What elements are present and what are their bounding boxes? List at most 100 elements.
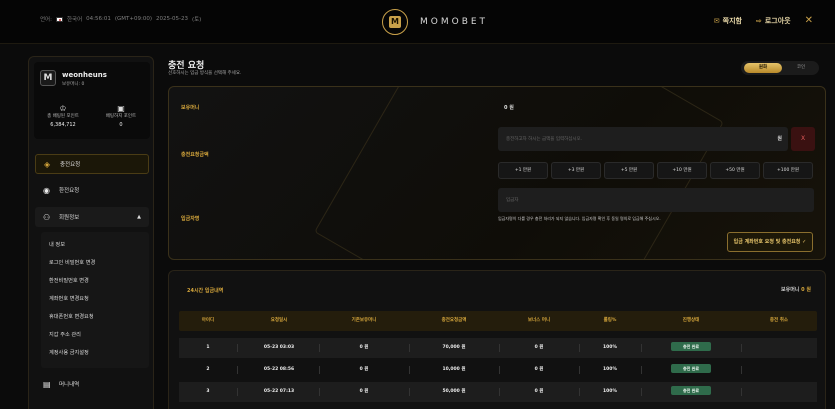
- quick-amount-button[interactable]: +50 만원: [710, 162, 760, 179]
- username: weonheuns: [62, 71, 107, 79]
- top-bar: 언어: 한국어 04:56:01 (GMT+09:00) 2025-05-23 …: [0, 0, 835, 44]
- page-subtitle: 선호하시는 입금 방식을 선택해 주세요.: [168, 71, 242, 76]
- chevron-up-icon: ▲: [137, 214, 141, 220]
- column-header: 롤링%: [603, 318, 617, 323]
- logout-button[interactable]: ⇨ 로그아웃: [756, 16, 791, 26]
- deposit-form-panel: 보유머니 0 원 충전요청금액 충전하고자 하시는 금액을 입력하십시오. 원 …: [168, 86, 826, 260]
- submenu-account-lock[interactable]: 계정사용 금지설정: [49, 349, 89, 356]
- cell-amount: 70,000 원: [442, 345, 466, 350]
- brand-name: MOMOBET: [420, 17, 489, 27]
- cell-cancel: [741, 360, 817, 380]
- amount-input[interactable]: 충전하고자 하시는 금액을 입력하십시오. 원: [498, 127, 788, 151]
- depositor-notice: 입금자명이 다를 경우 충전 처리가 되지 않습니다. 입금자명 확인 후 동일…: [498, 216, 661, 221]
- toggle-coin[interactable]: 코인: [785, 63, 817, 73]
- profile-card: M weonheuns 보유머니: 0 ♔ 총 배팅된 포인트 6,384,71…: [34, 62, 150, 139]
- mailbox-icon: ✉: [713, 16, 720, 25]
- amount-label: 충전요청금액: [181, 152, 209, 158]
- cell-date: 05-22 08:56: [263, 367, 295, 372]
- history-total-value: 0 원: [801, 287, 811, 293]
- depositor-input[interactable]: 입금자: [498, 188, 814, 212]
- wallet-icon: ◈: [44, 159, 51, 169]
- deposit-history-panel: 24시간 입금내역 보유머니 0 원 아이디 요청일시 기존보유머니 충전요청금…: [168, 270, 826, 409]
- submenu-withdraw-password[interactable]: 환전비밀번호 변경: [49, 277, 89, 284]
- balance: 보유머니: 0: [62, 81, 84, 87]
- column-header: 요청일시: [270, 318, 288, 323]
- cell-date: 05-22 07:13: [263, 389, 295, 394]
- cell-bonus: 0 원: [534, 367, 544, 372]
- cell-status: 충전 완료: [641, 360, 741, 380]
- stat-label: 배팅하지 포인트: [105, 114, 137, 119]
- quick-amount-button[interactable]: +10 만원: [657, 162, 707, 179]
- submit-deposit-button[interactable]: 입금 계좌번호 요청 및 충전요청 ✓: [727, 232, 813, 252]
- clear-amount-button[interactable]: X: [791, 127, 815, 151]
- cell-cancel: [741, 338, 817, 358]
- table-row: 1 05-23 03:03 0 원 70,000 원 0 원 100% 충전 완…: [179, 338, 817, 358]
- sidebar-item-label: 머니내역: [59, 382, 80, 388]
- clock-weekday: (토): [191, 17, 202, 23]
- submenu-login-password[interactable]: 로그인 비밀번호 변경: [49, 259, 95, 266]
- users-icon: ⚇: [43, 212, 51, 222]
- quick-amount-button[interactable]: +3 만원: [551, 162, 601, 179]
- toggle-krw[interactable]: 원화: [744, 63, 782, 73]
- column-header: 충전요청금액: [441, 318, 467, 323]
- column-header: 충전 취소: [769, 318, 789, 323]
- submenu-account-change[interactable]: 계좌번호 변경요청: [49, 295, 89, 302]
- column-header: 보너스 머니: [527, 318, 551, 323]
- table-row: 3 05-22 07:13 0 원 50,000 원 0 원 100% 충전 완…: [179, 382, 817, 402]
- sidebar-item-withdraw[interactable]: ◉ 환전요청: [35, 180, 149, 200]
- language-value[interactable]: 한국어: [67, 15, 82, 23]
- cell-rolling: 100%: [603, 345, 617, 350]
- amount-placeholder: 충전하고자 하시는 금액을 입력하십시오.: [506, 137, 583, 142]
- cell-id: 1: [206, 345, 210, 350]
- stat-label: 총 배팅된 포인트: [47, 114, 79, 119]
- submenu-phone-change[interactable]: 휴대폰번호 변경요청: [49, 313, 94, 320]
- history-title: 24시간 입금내역: [187, 288, 224, 294]
- currency-toggle: 원화 코인: [741, 61, 819, 75]
- korea-flag-icon[interactable]: [55, 16, 63, 22]
- cell-status: 충전 완료: [641, 382, 741, 402]
- stat-unbet: ▣ 배팅하지 포인트 0: [96, 104, 146, 128]
- cell-bonus: 0 원: [534, 345, 544, 350]
- sidebar-item-deposit[interactable]: ◈ 충전요청: [35, 154, 149, 174]
- cell-cancel: [741, 382, 817, 402]
- clock-date: 2025-05-23: [156, 16, 188, 22]
- divider: [237, 388, 238, 396]
- status-badge: 충전 완료: [671, 364, 711, 373]
- avatar: M: [40, 70, 56, 86]
- submenu-wallet-address[interactable]: 지갑 주소 관리: [49, 331, 81, 338]
- logo-letter: M: [389, 16, 401, 28]
- logo-emblem-icon: M: [382, 9, 408, 35]
- divider: [237, 344, 238, 352]
- quick-amount-button[interactable]: +5 만원: [604, 162, 654, 179]
- column-header: 진행상태: [682, 318, 700, 323]
- balance-label: 보유머니:: [62, 82, 81, 87]
- cell-amount: 50,000 원: [442, 389, 466, 394]
- cell-prev-balance: 0 원: [359, 345, 369, 350]
- depositor-label: 입금자명: [181, 216, 200, 222]
- quick-amount-button[interactable]: +1 만원: [498, 162, 548, 179]
- sidebar-item-member-info[interactable]: ⚇ 회원정보 ▲: [35, 207, 149, 227]
- quick-amount-button[interactable]: +100 만원: [763, 162, 813, 179]
- close-icon[interactable]: ✕: [805, 15, 813, 26]
- sidebar: M weonheuns 보유머니: 0 ♔ 총 배팅된 포인트 6,384,71…: [28, 56, 154, 409]
- cell-amount: 10,000 원: [442, 367, 466, 372]
- table-header: 아이디 요청일시 기존보유머니 충전요청금액 보너스 머니 롤링% 진행상태 충…: [179, 311, 817, 331]
- column-header: 아이디: [201, 318, 215, 323]
- submenu-my-info[interactable]: 내 정보: [49, 241, 65, 248]
- logout-icon: ⇨: [755, 16, 762, 25]
- divider: [237, 366, 238, 374]
- cell-rolling: 100%: [603, 389, 617, 394]
- chart-icon: ▤: [43, 379, 51, 389]
- cell-date: 05-23 03:03: [263, 345, 295, 350]
- cell-id: 3: [206, 389, 210, 394]
- brand-logo[interactable]: M MOMOBET: [382, 9, 488, 35]
- sidebar-item-money-history[interactable]: ▤ 머니내역: [35, 374, 149, 394]
- sidebar-item-label: 회원정보: [59, 215, 80, 221]
- top-actions: ✉ 쪽지함 ⇨ 로그아웃 ✕: [714, 15, 813, 26]
- status-badge: 충전 완료: [671, 386, 711, 395]
- sidebar-item-label: 환전요청: [59, 188, 80, 194]
- history-total: 보유머니 0 원: [781, 286, 811, 293]
- notes-label: 쪽지함: [722, 16, 742, 25]
- notes-button[interactable]: ✉ 쪽지함: [714, 16, 742, 26]
- balance-value: 0: [81, 82, 85, 87]
